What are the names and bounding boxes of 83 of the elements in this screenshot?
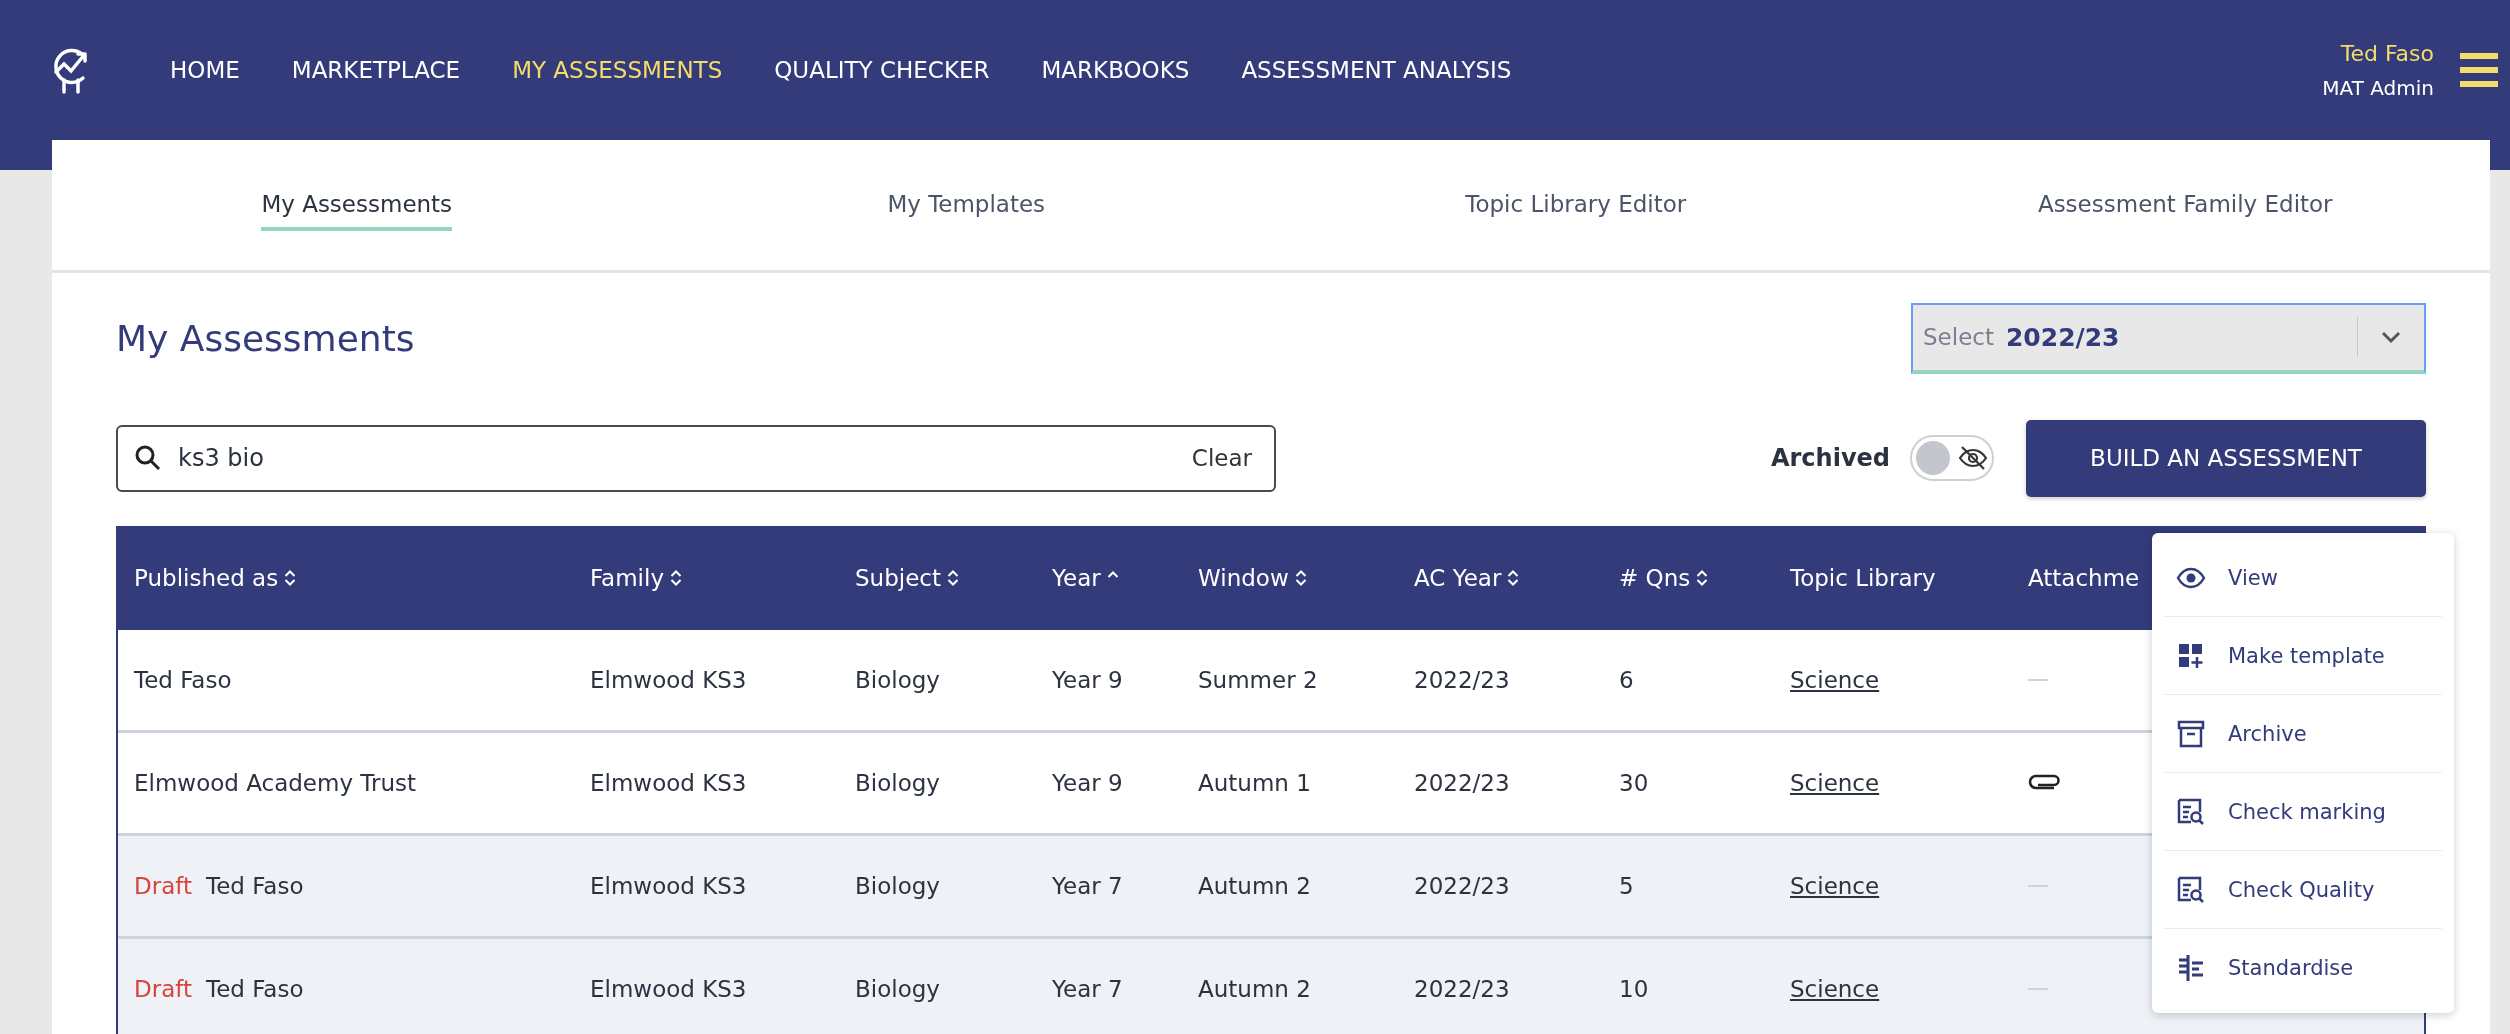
user-role: MAT Admin [2322,75,2434,100]
menu-item[interactable]: Check Quality [2164,851,2442,929]
menu-item[interactable]: Check marking [2164,773,2442,851]
sort-icon[interactable] [1696,569,1709,587]
menu-item[interactable]: Archive [2164,695,2442,773]
table-cell: Ted Faso [134,667,232,693]
table-cell-text: Biology [854,976,941,1002]
table-cell-text: 30 [1618,770,1650,796]
table-cell-text: Year 9 [1051,667,1124,693]
topic-library-link[interactable]: Science [1790,667,1880,693]
nav-link[interactable]: ASSESSMENT ANALYSIS [1241,57,1512,83]
tab[interactable]: Topic Library Editor [1465,191,1687,231]
eye-slash-icon [1958,445,1988,471]
chevron-down-icon[interactable] [2380,330,2402,344]
table-cell-text: Biology [854,770,941,796]
clear-button[interactable]: Clear [1185,444,1258,472]
tab[interactable]: Assessment Family Editor [2037,191,2333,231]
table-cell-text: 2022/23 [1413,976,1511,1002]
draft-tag: Draft [134,873,192,899]
table-cell-text: Elmwood KS3 [589,976,748,1002]
column-header[interactable]: # Qns [1619,565,1691,591]
table-cell: Ted Faso [206,976,304,1002]
page-title: My Assessments [116,317,415,359]
table-cell: Elmwood Academy Trust [134,770,417,796]
column-header[interactable]: Window [1198,565,1289,591]
table-cell-text: 2022/23 [1413,667,1511,693]
nav-link[interactable]: MARKBOOKS [1041,57,1190,83]
sort-ascending-icon[interactable] [1106,569,1119,579]
sort-icon[interactable] [1294,569,1307,587]
table-cell-text: Biology [854,873,941,899]
search-icon [134,444,162,472]
nav-link[interactable]: MY ASSESSMENTS [512,57,723,83]
draft-tag: Draft [134,976,192,1002]
table-cell-text: Year 7 [1051,976,1124,1002]
nav-link[interactable]: MARKETPLACE [291,57,461,83]
column-header[interactable]: Year [1052,565,1101,591]
sort-icon[interactable] [1507,569,1520,587]
menu-item[interactable]: Standardise [2164,929,2442,1007]
table-cell-text: Elmwood KS3 [589,873,748,899]
table-cell-text: Year 9 [1051,770,1124,796]
column-header: Topic Library [1790,565,1936,591]
table-cell-text: 6 [1618,667,1635,693]
table-cell-text: 10 [1618,976,1650,1002]
table-cell-text: Year 7 [1051,873,1124,899]
document-search-icon [2176,874,2206,905]
sort-icon[interactable] [284,569,297,587]
column-header[interactable]: Published as [134,565,279,591]
search-field[interactable]: ks3 bio Clear [116,424,1276,492]
sort-icon[interactable] [947,569,959,587]
table-cell-text: Elmwood KS3 [589,770,748,796]
column-header: Attachme [2028,565,2140,591]
topic-library-link[interactable]: Science [1790,873,1880,899]
column-header[interactable]: Family [590,565,664,591]
tab[interactable]: My Assessments [261,191,453,231]
align-bars-icon [2176,953,2206,983]
table-cell-text: Autumn 2 [1197,873,1312,899]
column-header[interactable]: AC Year [1414,565,1502,591]
menu-item[interactable]: Make template [2164,617,2442,695]
table-cell-text: 2022/23 [1413,873,1511,899]
document-search-icon [2176,796,2206,827]
column-header[interactable]: Subject [855,565,941,591]
year-select[interactable]: Select 2022/23 [1911,302,2426,374]
nav-link[interactable]: QUALITY CHECKER [774,57,990,83]
table-cell-text: Summer 2 [1197,667,1319,693]
table-cell-text: Autumn 2 [1197,976,1312,1002]
menu-icon[interactable] [2460,53,2498,87]
nav-link[interactable]: HOME [170,57,240,83]
table-cell: Ted Faso [206,873,304,899]
archived-label: Archived [1770,444,1890,472]
sort-icon[interactable] [670,569,682,587]
user-name: Ted Faso [2340,40,2434,66]
table-cell-text: 2022/23 [1413,770,1511,796]
menu-item[interactable]: View [2164,539,2442,617]
table-cell-text: Biology [854,667,941,693]
archive-box-icon [2176,718,2206,749]
table-cell-text: 5 [1618,873,1635,899]
table-cell-text: Elmwood KS3 [589,667,748,693]
table-cell-text: Autumn 1 [1197,770,1312,796]
topic-library-link[interactable]: Science [1790,976,1880,1002]
build-assessment-button[interactable]: BUILD AN ASSESSMENT [2026,419,2426,497]
topic-library-link[interactable]: Science [1790,770,1880,796]
archived-toggle[interactable] [1910,435,1994,481]
tab[interactable]: My Templates [887,191,1046,231]
